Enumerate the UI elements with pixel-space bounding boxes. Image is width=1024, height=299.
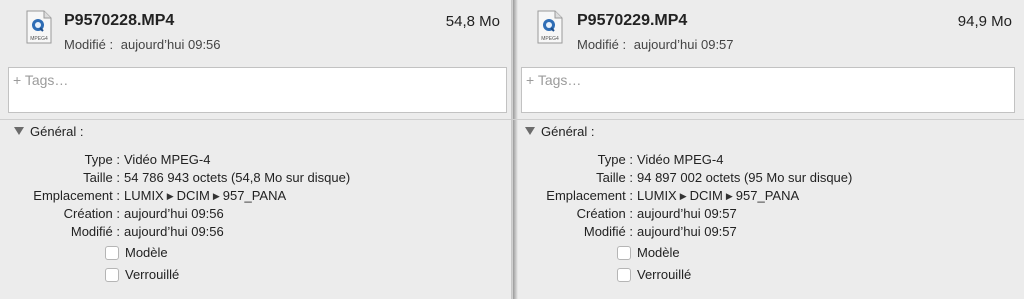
tags-field[interactable]: + Tags… bbox=[521, 67, 1015, 113]
file-size: 54,8 Mo bbox=[445, 13, 500, 30]
field-value: 54 786 943 octets (54,8 Mo sur disque) bbox=[124, 170, 351, 185]
checkbox-box[interactable] bbox=[617, 246, 631, 260]
field-label: Taille : bbox=[83, 170, 120, 185]
header-modified-value: aujourd’hui 09:56 bbox=[120, 37, 221, 52]
file-name: P9570229.MP4 bbox=[577, 12, 688, 29]
field-label: Modifié : bbox=[583, 224, 633, 239]
header-modified-label: Modifié : bbox=[577, 37, 627, 52]
header-modified-label: Modifié : bbox=[64, 37, 114, 52]
field-value: Vidéo MPEG-4 bbox=[124, 152, 211, 167]
field-label: Type : bbox=[597, 152, 633, 167]
checkbox-label: Verrouillé bbox=[125, 267, 180, 282]
field-label: Emplacement : bbox=[546, 188, 633, 203]
header-modified-value: aujourd’hui 09:57 bbox=[633, 37, 734, 52]
file-icon-label: MPEG4 bbox=[541, 36, 559, 42]
stationery-checkbox[interactable]: Modèle bbox=[105, 245, 168, 260]
checkbox-box[interactable] bbox=[105, 246, 119, 260]
general-section-title: Général : bbox=[30, 124, 84, 139]
field-value: aujourd’hui 09:57 bbox=[637, 224, 737, 239]
field-value: aujourd’hui 09:56 bbox=[124, 224, 224, 239]
field-value: aujourd’hui 09:57 bbox=[637, 206, 737, 221]
chevron-right-icon: ▶ bbox=[679, 191, 687, 201]
chevron-right-icon: ▶ bbox=[212, 191, 220, 201]
path-segment[interactable]: DCIM bbox=[177, 188, 210, 203]
tags-field[interactable]: + Tags… bbox=[8, 67, 507, 113]
path-segment[interactable]: DCIM bbox=[690, 188, 723, 203]
tags-placeholder: + Tags… bbox=[526, 72, 582, 88]
header-modified: Modifié : aujourd’hui 09:56 bbox=[64, 37, 221, 52]
divider bbox=[513, 119, 1024, 120]
field-label: Emplacement : bbox=[33, 188, 120, 203]
field-label: Type : bbox=[84, 152, 120, 167]
file-icon-label: MPEG4 bbox=[30, 36, 48, 42]
general-section-title: Général : bbox=[541, 124, 595, 139]
file-size: 94,9 Mo bbox=[957, 13, 1012, 30]
disclosure-triangle-icon bbox=[14, 127, 24, 135]
field-label: Création : bbox=[63, 206, 120, 221]
field-value: Vidéo MPEG-4 bbox=[637, 152, 724, 167]
file-icon: MPEG4 bbox=[26, 10, 52, 44]
path-segment[interactable]: LUMIX bbox=[637, 188, 677, 203]
locked-checkbox[interactable]: Verrouillé bbox=[617, 267, 691, 282]
file-name: P9570228.MP4 bbox=[64, 12, 175, 29]
chevron-right-icon: ▶ bbox=[166, 191, 174, 201]
field-label: Création : bbox=[576, 206, 633, 221]
header-modified: Modifié : aujourd’hui 09:57 bbox=[577, 37, 734, 52]
chevron-right-icon: ▶ bbox=[725, 191, 733, 201]
path-segment[interactable]: LUMIX bbox=[124, 188, 164, 203]
general-section-toggle[interactable]: Général : bbox=[14, 124, 83, 139]
field-value: aujourd’hui 09:56 bbox=[124, 206, 224, 221]
field-label: Taille : bbox=[596, 170, 633, 185]
checkbox-label: Modèle bbox=[637, 245, 680, 260]
divider bbox=[0, 119, 511, 120]
tags-placeholder: + Tags… bbox=[13, 72, 69, 88]
location-path[interactable]: LUMIX ▶ DCIM ▶ 957_PANA bbox=[124, 188, 286, 203]
stationery-checkbox[interactable]: Modèle bbox=[617, 245, 680, 260]
path-segment[interactable]: 957_PANA bbox=[736, 188, 799, 203]
disclosure-triangle-icon bbox=[525, 127, 535, 135]
path-segment[interactable]: 957_PANA bbox=[223, 188, 286, 203]
file-icon: MPEG4 bbox=[537, 10, 563, 44]
location-path[interactable]: LUMIX ▶ DCIM ▶ 957_PANA bbox=[637, 188, 799, 203]
panel-shadow bbox=[513, 0, 518, 299]
checkbox-box[interactable] bbox=[105, 268, 119, 282]
info-panel-left: MPEG4 P9570228.MP4 54,8 Mo Modifié : auj… bbox=[0, 0, 512, 299]
checkbox-label: Modèle bbox=[125, 245, 168, 260]
info-panel-right: MPEG4 P9570229.MP4 94,9 Mo Modifié : auj… bbox=[512, 0, 1024, 299]
checkbox-label: Verrouillé bbox=[637, 267, 692, 282]
locked-checkbox[interactable]: Verrouillé bbox=[105, 267, 179, 282]
field-value: 94 897 002 octets (95 Mo sur disque) bbox=[637, 170, 853, 185]
field-label: Modifié : bbox=[70, 224, 120, 239]
general-section-toggle[interactable]: Général : bbox=[525, 124, 594, 139]
checkbox-box[interactable] bbox=[617, 268, 631, 282]
